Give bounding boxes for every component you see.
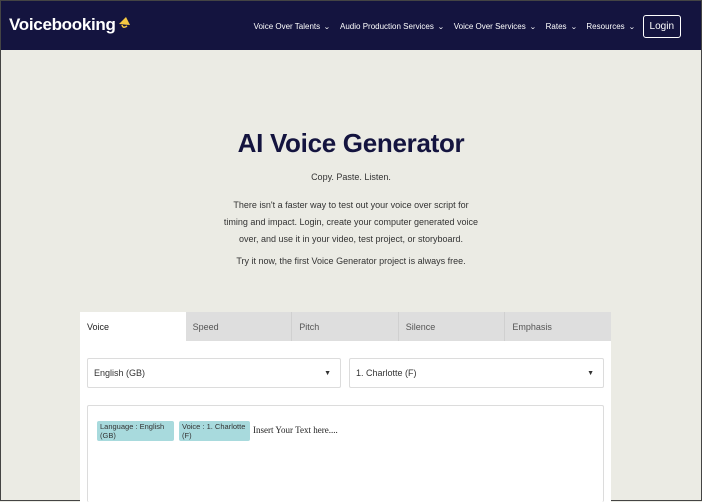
chevron-down-icon: ⌄ (569, 23, 577, 31)
menu-label: Audio Production Services (340, 22, 434, 31)
voice-tag[interactable]: Voice : 1. Charlotte (F) (179, 421, 250, 441)
language-select-value: English (GB) (94, 368, 146, 378)
voice-select-value: 1. Charlotte (F) (356, 368, 417, 378)
main-menu: Voice Over Talents ⌄ Audio Production Se… (244, 15, 681, 38)
tab-silence[interactable]: Silence (399, 312, 506, 341)
menu-voice-over-services[interactable]: Voice Over Services ⌄ (454, 22, 536, 31)
text-placeholder: Insert Your Text here.... (253, 425, 338, 435)
hero-tagline: Copy. Paste. Listen. (311, 172, 391, 182)
chevron-down-icon: ⌄ (437, 23, 445, 31)
tab-speed[interactable]: Speed (186, 312, 293, 341)
voice-select[interactable]: 1. Charlotte (F) ▼ (349, 358, 604, 388)
menu-audio-production-services[interactable]: Audio Production Services ⌄ (340, 22, 444, 31)
login-button[interactable]: Login (642, 15, 681, 38)
voicebooking-logo[interactable]: Voicebooking (9, 15, 133, 35)
page-title: AI Voice Generator (237, 128, 465, 158)
script-text-editor[interactable]: Language : English (GB) Voice : 1. Charl… (87, 405, 604, 502)
megaphone-icon (118, 17, 130, 29)
chevron-down-icon: ▼ (324, 369, 331, 377)
language-select[interactable]: English (GB) ▼ (87, 358, 341, 388)
menu-voice-over-talents[interactable]: Voice Over Talents ⌄ (253, 22, 331, 31)
menu-rates[interactable]: Rates ⌄ (546, 22, 577, 31)
tab-emphasis[interactable]: Emphasis (505, 312, 611, 341)
chevron-down-icon: ⌄ (628, 23, 636, 31)
hero-description: There isn't a faster way to test out you… (223, 200, 479, 244)
top-navigation: Voicebooking Voice Over Talents ⌄ Audio … (1, 1, 701, 50)
menu-label: Resources (586, 22, 625, 31)
menu-resources[interactable]: Resources ⌄ (586, 22, 636, 31)
settings-tabs: Voice Speed Pitch Silence Emphasis (80, 312, 611, 341)
tab-pitch[interactable]: Pitch (292, 312, 399, 341)
voice-generator-panel: Voice Speed Pitch Silence Emphasis Engli… (80, 312, 611, 502)
logo-text: Voicebooking (9, 15, 116, 34)
free-project-note: Try it now, the first Voice Generator pr… (236, 256, 466, 266)
menu-label: Rates (545, 22, 567, 31)
chevron-down-icon: ▼ (587, 369, 594, 377)
chevron-down-icon: ⌄ (323, 23, 331, 31)
menu-label: Voice Over Talents (253, 22, 321, 31)
menu-label: Voice Over Services (453, 22, 526, 31)
tab-voice[interactable]: Voice (80, 312, 186, 341)
chevron-down-icon: ⌄ (529, 23, 537, 31)
language-tag[interactable]: Language : English (GB) (97, 421, 174, 441)
